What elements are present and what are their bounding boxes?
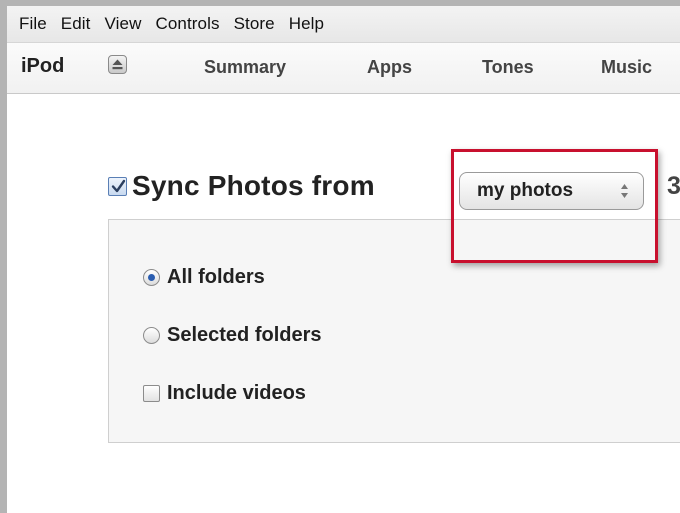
all-folders-option[interactable]: All folders [143,266,265,289]
sync-photos-row: Sync Photos from [108,166,375,206]
menu-edit[interactable]: Edit [61,14,91,34]
all-folders-label: All folders [167,266,265,288]
photo-count-text: 3 [667,172,680,200]
menu-help[interactable]: Help [289,14,324,34]
sync-photos-checkbox[interactable] [108,176,127,196]
device-name: iPod [21,55,65,77]
tab-music[interactable]: Music [601,57,652,78]
device-nav-bar: iPod Summary Apps Tones Music [7,43,680,94]
include-videos-label: Include videos [167,382,306,404]
menu-bar: File Edit View Controls Store Help [7,6,680,43]
tab-apps[interactable]: Apps [367,57,412,78]
eject-icon[interactable] [108,55,127,74]
include-videos-option[interactable]: Include videos [143,382,306,405]
itunes-window: File Edit View Controls Store Help iPod … [0,0,680,513]
tab-summary[interactable]: Summary [204,57,286,78]
menu-file[interactable]: File [19,14,47,34]
menu-store[interactable]: Store [234,14,275,34]
all-folders-radio[interactable] [143,269,160,286]
menu-view[interactable]: View [105,14,142,34]
selected-folders-label: Selected folders [167,324,322,346]
include-videos-checkbox[interactable] [143,385,160,402]
tab-tones[interactable]: Tones [482,57,534,78]
highlight-box [451,149,658,263]
sync-photos-label: Sync Photos from [132,170,375,201]
selected-folders-option[interactable]: Selected folders [143,324,322,347]
selected-folders-radio[interactable] [143,327,160,344]
checkmark-icon [111,179,126,192]
menu-controls[interactable]: Controls [155,14,219,34]
